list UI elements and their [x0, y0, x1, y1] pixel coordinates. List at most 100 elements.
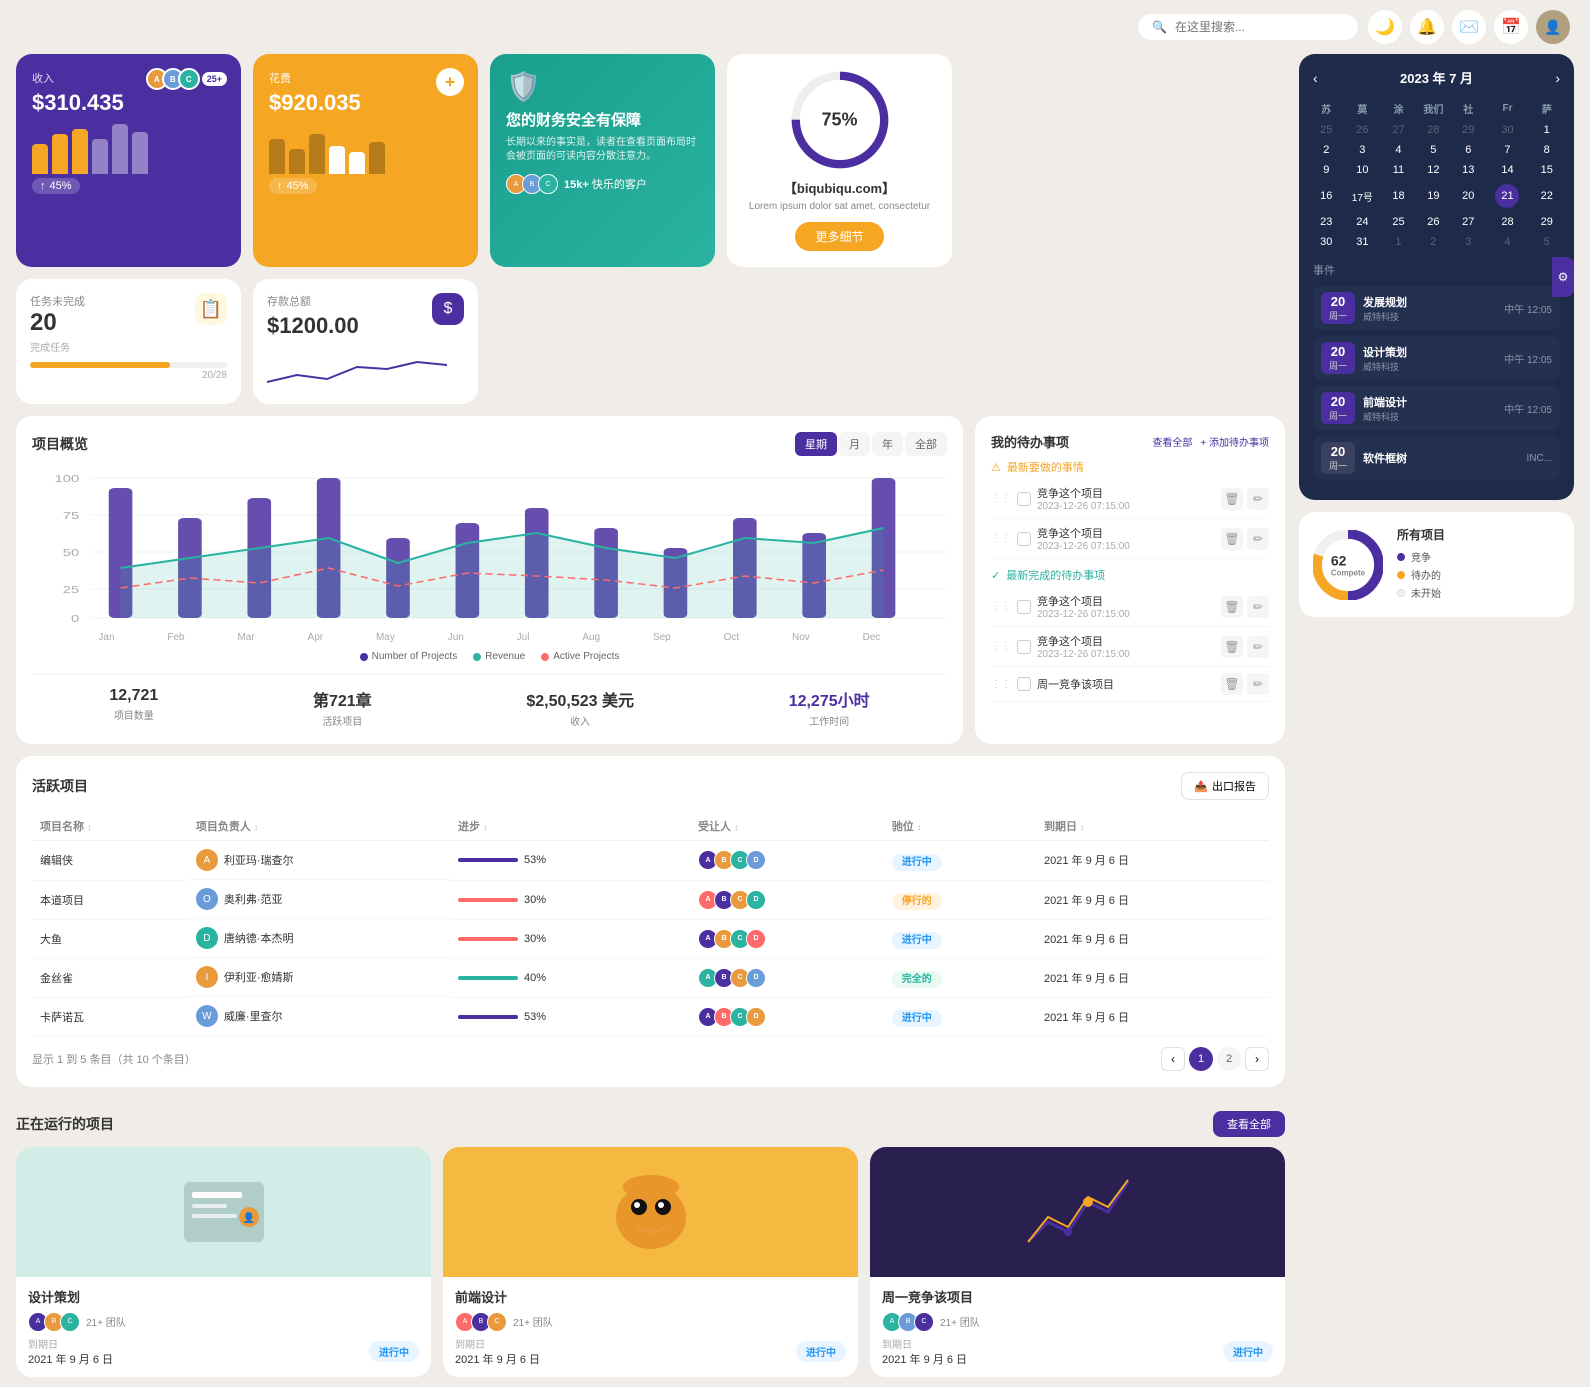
cal-day-25-prev[interactable]: 25 — [1313, 120, 1340, 140]
calendar-prev-button[interactable]: ‹ — [1313, 70, 1318, 86]
cal-day-31[interactable]: 31 — [1340, 232, 1386, 252]
running-card-body-1: 设计策划 A B C 21+ 团队 到期日 — [16, 1277, 431, 1377]
cal-day-3[interactable]: 3 — [1340, 140, 1386, 160]
cal-day-30[interactable]: 30 — [1313, 232, 1340, 252]
todo-delete-button-1[interactable]: 🗑 — [1221, 488, 1243, 510]
cal-day-29[interactable]: 29 — [1533, 212, 1560, 232]
todo-edit-button-2[interactable]: ✏ — [1247, 528, 1269, 550]
todo-add-link[interactable]: + 添加待办事项 — [1200, 434, 1269, 449]
cal-day-26-prev[interactable]: 26 — [1340, 120, 1386, 140]
cal-day-12[interactable]: 12 — [1412, 160, 1455, 180]
todo-edit-button-1[interactable]: ✏ — [1247, 488, 1269, 510]
tab-week[interactable]: 星期 — [795, 432, 837, 456]
event-item-3[interactable]: 20 周一 前端设计 威特科技 中午 12:05 — [1313, 386, 1560, 430]
event-item-2[interactable]: 20 周一 设计策划 威特科技 中午 12:05 — [1313, 336, 1560, 380]
cal-day-14[interactable]: 14 — [1482, 160, 1534, 180]
user-avatar-button[interactable]: 👤 — [1536, 10, 1570, 44]
search-input[interactable] — [1175, 20, 1344, 34]
todo-checkbox-5[interactable] — [1017, 677, 1031, 691]
notifications-button[interactable]: 🔔 — [1410, 10, 1444, 44]
tab-all[interactable]: 全部 — [905, 432, 947, 456]
running-card-1[interactable]: 👤 设计策划 A B C 21+ 团队 — [16, 1147, 431, 1377]
todo-delete-button-3[interactable]: 🗑 — [1221, 596, 1243, 618]
cal-day-3-next[interactable]: 3 — [1455, 232, 1482, 252]
cal-day-8[interactable]: 8 — [1533, 140, 1560, 160]
cal-day-6[interactable]: 6 — [1455, 140, 1482, 160]
drag-handle-4[interactable]: ⋮⋮ — [991, 641, 1011, 652]
cal-day-24[interactable]: 24 — [1340, 212, 1386, 232]
event-item-1[interactable]: 20 周一 发展规划 威特科技 中午 12:05 — [1313, 286, 1560, 330]
todo-edit-button-4[interactable]: ✏ — [1247, 636, 1269, 658]
task-card: 📋 任务未完成 20 完成任务 20/28 — [16, 279, 241, 404]
drag-handle-3[interactable]: ⋮⋮ — [991, 601, 1011, 612]
cal-day-30-prev[interactable]: 30 — [1482, 120, 1534, 140]
todo-checkbox-1[interactable] — [1017, 492, 1031, 506]
cal-day-18[interactable]: 18 — [1385, 180, 1412, 212]
cal-day-13[interactable]: 13 — [1455, 160, 1482, 180]
running-cards-row: 👤 设计策划 A B C 21+ 团队 — [16, 1147, 1285, 1377]
cal-day-10[interactable]: 10 — [1340, 160, 1386, 180]
cal-day-27[interactable]: 27 — [1455, 212, 1482, 232]
cal-day-7[interactable]: 7 — [1482, 140, 1534, 160]
cal-day-4-next[interactable]: 4 — [1482, 232, 1534, 252]
pagination-prev-button[interactable]: ‹ — [1161, 1047, 1185, 1071]
cal-day-4[interactable]: 4 — [1385, 140, 1412, 160]
running-card-3[interactable]: 周一竞争该项目 A B C 21+ 团队 到期日 — [870, 1147, 1285, 1377]
export-report-button[interactable]: 📤 出口报告 — [1181, 772, 1269, 800]
todo-checkbox-4[interactable] — [1017, 640, 1031, 654]
todo-content-1: 竞争这个项目 2023-12-26 07:15:00 — [1037, 485, 1215, 512]
view-all-button[interactable]: 查看全部 — [1213, 1111, 1285, 1137]
cal-day-11[interactable]: 11 — [1385, 160, 1412, 180]
cal-day-1[interactable]: 1 — [1533, 120, 1560, 140]
bar-4 — [92, 139, 108, 174]
todo-view-all-link[interactable]: 查看全部 — [1152, 434, 1192, 449]
cal-day-28-prev[interactable]: 28 — [1412, 120, 1455, 140]
cal-day-1-next[interactable]: 1 — [1385, 232, 1412, 252]
calendar-button[interactable]: 📅 — [1494, 10, 1528, 44]
drag-handle-5[interactable]: ⋮⋮ — [991, 679, 1011, 690]
cal-day-23[interactable]: 23 — [1313, 212, 1340, 232]
cal-day-25[interactable]: 25 — [1385, 212, 1412, 232]
event-item-4[interactable]: 20 周一 软件框树 INC... — [1313, 436, 1560, 480]
cal-day-15[interactable]: 15 — [1533, 160, 1560, 180]
pagination-next-button[interactable]: › — [1245, 1047, 1269, 1071]
todo-edit-button-5[interactable]: ✏ — [1247, 673, 1269, 695]
cal-day-20[interactable]: 20 — [1455, 180, 1482, 212]
theme-toggle-button[interactable]: 🌙 — [1368, 10, 1402, 44]
more-details-button[interactable]: 更多细节 — [795, 222, 883, 251]
calendar-settings-button[interactable]: ⚙ — [1552, 257, 1574, 297]
page-button-2[interactable]: 2 — [1217, 1047, 1241, 1071]
cal-day-28[interactable]: 28 — [1482, 212, 1534, 232]
cal-day-22[interactable]: 22 — [1533, 180, 1560, 212]
cal-day-26[interactable]: 26 — [1412, 212, 1455, 232]
cal-day-16[interactable]: 16 — [1313, 180, 1340, 212]
todo-edit-button-3[interactable]: ✏ — [1247, 596, 1269, 618]
cal-day-9[interactable]: 9 — [1313, 160, 1340, 180]
drag-handle-2[interactable]: ⋮⋮ — [991, 533, 1011, 544]
tab-month[interactable]: 月 — [839, 432, 870, 456]
tab-year[interactable]: 年 — [872, 432, 903, 456]
cal-day-17[interactable]: 17号 — [1340, 180, 1386, 212]
todo-checkbox-3[interactable] — [1017, 600, 1031, 614]
cal-day-27-prev[interactable]: 27 — [1385, 120, 1412, 140]
search-container[interactable]: 🔍 — [1138, 14, 1358, 40]
mail-button[interactable]: ✉️ — [1452, 10, 1486, 44]
drag-handle-1[interactable]: ⋮⋮ — [991, 493, 1011, 504]
todo-delete-button-2[interactable]: 🗑 — [1221, 528, 1243, 550]
running-card-2[interactable]: 前端设计 A B C 21+ 团队 到期日 — [443, 1147, 858, 1377]
expense-add-button[interactable]: + — [436, 68, 464, 96]
todo-delete-button-5[interactable]: 🗑 — [1221, 673, 1243, 695]
cal-day-5-next[interactable]: 5 — [1533, 232, 1560, 252]
todo-delete-button-4[interactable]: 🗑 — [1221, 636, 1243, 658]
todo-checkbox-2[interactable] — [1017, 532, 1031, 546]
cal-day-19[interactable]: 19 — [1412, 180, 1455, 212]
cal-day-2[interactable]: 2 — [1313, 140, 1340, 160]
cal-day-29-prev[interactable]: 29 — [1455, 120, 1482, 140]
cal-day-21-today[interactable]: 21 — [1482, 180, 1534, 212]
page-button-1[interactable]: 1 — [1189, 1047, 1213, 1071]
x-label-dec: Dec — [863, 632, 881, 643]
cal-day-2-next[interactable]: 2 — [1412, 232, 1455, 252]
todo-item-2: ⋮⋮ 竞争这个项目 2023-12-26 07:15:00 🗑 ✏ — [991, 519, 1269, 559]
calendar-next-button[interactable]: › — [1555, 70, 1560, 86]
cal-day-5[interactable]: 5 — [1412, 140, 1455, 160]
